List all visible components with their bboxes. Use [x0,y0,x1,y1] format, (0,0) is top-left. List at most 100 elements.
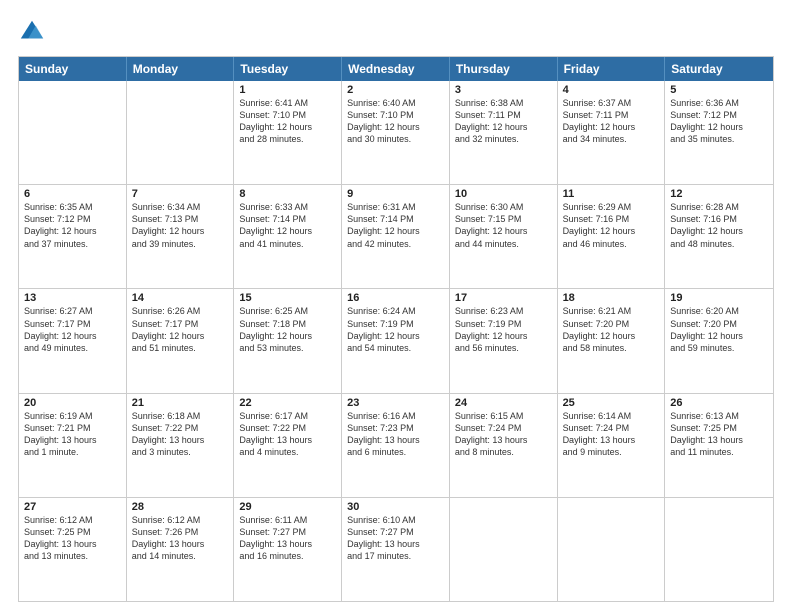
cell-line: Sunset: 7:16 PM [563,213,660,225]
cell-line: Daylight: 12 hours [239,225,336,237]
day-number: 18 [563,292,660,304]
cell-line: and 14 minutes. [132,550,229,562]
calendar-cell: 18Sunrise: 6:21 AMSunset: 7:20 PMDayligh… [558,289,666,392]
day-number: 16 [347,292,444,304]
cell-line: Sunrise: 6:11 AM [239,514,336,526]
cell-line: Sunrise: 6:41 AM [239,97,336,109]
cell-line: and 17 minutes. [347,550,444,562]
calendar-cell: 12Sunrise: 6:28 AMSunset: 7:16 PMDayligh… [665,185,773,288]
calendar-cell: 4Sunrise: 6:37 AMSunset: 7:11 PMDaylight… [558,81,666,184]
cell-line: Sunrise: 6:12 AM [24,514,121,526]
page: SundayMondayTuesdayWednesdayThursdayFrid… [0,0,792,612]
calendar-header-cell: Friday [558,57,666,81]
cell-line: Sunset: 7:17 PM [24,318,121,330]
cell-line: and 49 minutes. [24,342,121,354]
cell-line: Daylight: 13 hours [24,538,121,550]
cell-line: Daylight: 12 hours [670,121,768,133]
cell-line: Daylight: 13 hours [239,434,336,446]
cell-line: Daylight: 12 hours [347,121,444,133]
cell-line: and 32 minutes. [455,133,552,145]
day-number: 25 [563,397,660,409]
day-number: 22 [239,397,336,409]
cell-line: Sunset: 7:12 PM [670,109,768,121]
cell-line: Sunset: 7:10 PM [239,109,336,121]
cell-line: Sunset: 7:15 PM [455,213,552,225]
calendar-cell: 6Sunrise: 6:35 AMSunset: 7:12 PMDaylight… [19,185,127,288]
cell-line: Sunrise: 6:25 AM [239,305,336,317]
calendar-body: 1Sunrise: 6:41 AMSunset: 7:10 PMDaylight… [19,81,773,601]
calendar-cell: 28Sunrise: 6:12 AMSunset: 7:26 PMDayligh… [127,498,235,601]
cell-line: Sunrise: 6:10 AM [347,514,444,526]
calendar-cell: 25Sunrise: 6:14 AMSunset: 7:24 PMDayligh… [558,394,666,497]
calendar-cell [127,81,235,184]
cell-line: and 4 minutes. [239,446,336,458]
day-number: 15 [239,292,336,304]
day-number: 23 [347,397,444,409]
cell-line: Sunset: 7:18 PM [239,318,336,330]
cell-line: and 6 minutes. [347,446,444,458]
cell-line: Daylight: 13 hours [563,434,660,446]
calendar-cell: 7Sunrise: 6:34 AMSunset: 7:13 PMDaylight… [127,185,235,288]
cell-line: Sunrise: 6:12 AM [132,514,229,526]
cell-line: and 58 minutes. [563,342,660,354]
calendar-cell: 29Sunrise: 6:11 AMSunset: 7:27 PMDayligh… [234,498,342,601]
cell-line: and 42 minutes. [347,238,444,250]
cell-line: Daylight: 12 hours [132,330,229,342]
calendar-week-row: 27Sunrise: 6:12 AMSunset: 7:25 PMDayligh… [19,497,773,601]
calendar-cell: 16Sunrise: 6:24 AMSunset: 7:19 PMDayligh… [342,289,450,392]
cell-line: and 9 minutes. [563,446,660,458]
cell-line: Sunset: 7:19 PM [455,318,552,330]
cell-line: and 53 minutes. [239,342,336,354]
cell-line: Sunset: 7:25 PM [24,526,121,538]
cell-line: and 30 minutes. [347,133,444,145]
cell-line: Sunset: 7:14 PM [239,213,336,225]
day-number: 7 [132,188,229,200]
calendar-header-cell: Sunday [19,57,127,81]
cell-line: Sunset: 7:21 PM [24,422,121,434]
calendar-cell: 1Sunrise: 6:41 AMSunset: 7:10 PMDaylight… [234,81,342,184]
calendar-cell: 17Sunrise: 6:23 AMSunset: 7:19 PMDayligh… [450,289,558,392]
cell-line: Sunrise: 6:37 AM [563,97,660,109]
cell-line: Sunrise: 6:27 AM [24,305,121,317]
cell-line: Sunset: 7:16 PM [670,213,768,225]
day-number: 13 [24,292,121,304]
calendar-header-cell: Thursday [450,57,558,81]
cell-line: Sunset: 7:13 PM [132,213,229,225]
day-number: 17 [455,292,552,304]
cell-line: Sunrise: 6:24 AM [347,305,444,317]
cell-line: Sunrise: 6:36 AM [670,97,768,109]
calendar-week-row: 1Sunrise: 6:41 AMSunset: 7:10 PMDaylight… [19,81,773,184]
calendar-cell: 26Sunrise: 6:13 AMSunset: 7:25 PMDayligh… [665,394,773,497]
cell-line: Sunrise: 6:34 AM [132,201,229,213]
cell-line: Daylight: 12 hours [239,330,336,342]
cell-line: Sunrise: 6:35 AM [24,201,121,213]
cell-line: Sunrise: 6:18 AM [132,410,229,422]
cell-line: Daylight: 12 hours [132,225,229,237]
day-number: 10 [455,188,552,200]
calendar-cell [450,498,558,601]
cell-line: Sunrise: 6:29 AM [563,201,660,213]
logo [18,18,50,46]
cell-line: Daylight: 12 hours [24,225,121,237]
cell-line: Sunset: 7:11 PM [563,109,660,121]
cell-line: Sunrise: 6:17 AM [239,410,336,422]
cell-line: Sunrise: 6:33 AM [239,201,336,213]
cell-line: Sunset: 7:27 PM [239,526,336,538]
cell-line: Daylight: 12 hours [563,121,660,133]
cell-line: and 3 minutes. [132,446,229,458]
cell-line: Sunset: 7:20 PM [670,318,768,330]
cell-line: Daylight: 12 hours [563,330,660,342]
calendar-cell: 30Sunrise: 6:10 AMSunset: 7:27 PMDayligh… [342,498,450,601]
cell-line: Daylight: 13 hours [132,434,229,446]
day-number: 8 [239,188,336,200]
cell-line: Daylight: 12 hours [24,330,121,342]
calendar-header-cell: Wednesday [342,57,450,81]
calendar-cell [665,498,773,601]
calendar-cell [19,81,127,184]
day-number: 26 [670,397,768,409]
cell-line: Daylight: 12 hours [670,330,768,342]
calendar-header-cell: Tuesday [234,57,342,81]
cell-line: Sunset: 7:27 PM [347,526,444,538]
day-number: 30 [347,501,444,513]
cell-line: and 11 minutes. [670,446,768,458]
